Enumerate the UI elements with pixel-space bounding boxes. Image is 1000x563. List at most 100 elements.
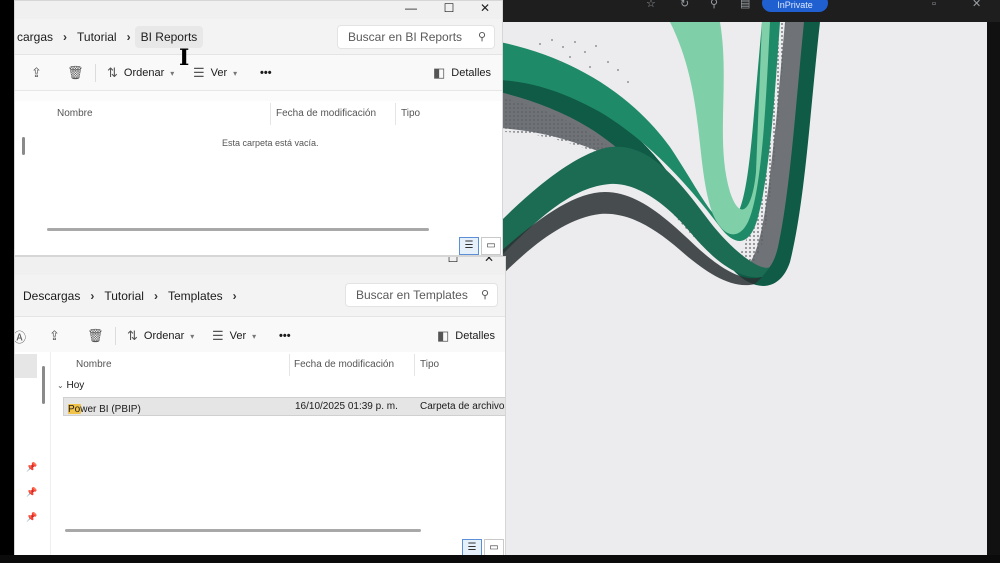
column-date-modified[interactable]: Fecha de modificación <box>294 352 394 378</box>
navigation-pane[interactable] <box>15 101 33 255</box>
horizontal-scrollbar[interactable] <box>47 228 429 231</box>
view-button[interactable]: ☰ Ver ▾ <box>212 317 256 355</box>
search-input[interactable]: Buscar en Templates ⚲ <box>345 283 498 307</box>
more-options-button[interactable]: ••• <box>260 55 272 91</box>
maximize-button[interactable]: ☐ <box>431 1 467 19</box>
screen-edge <box>987 22 1000 563</box>
rename-icon: Ⓐ <box>14 329 27 345</box>
search-input[interactable]: Buscar en BI Reports ⚲ <box>337 25 495 49</box>
details-pane-icon: ◧ <box>433 65 446 80</box>
details-view-button[interactable]: ☰ <box>462 539 482 555</box>
column-date-modified[interactable]: Fecha de modificación <box>276 101 376 127</box>
chevron-down-icon: ▾ <box>252 331 257 341</box>
pin-icon: 📌 <box>26 462 38 472</box>
column-divider[interactable] <box>289 354 290 376</box>
nav-scrollbar[interactable] <box>42 366 45 404</box>
sort-icon: ⇅ <box>127 328 138 343</box>
nav-selected-item[interactable] <box>15 354 37 378</box>
divider <box>115 327 116 345</box>
file-list-area[interactable]: 📌 📌 📌 Nombre Fecha de modificación Tipo … <box>15 352 505 555</box>
column-divider[interactable] <box>270 103 271 125</box>
window-restore-icon[interactable]: ▫ <box>932 0 936 10</box>
nav-scrollbar[interactable] <box>22 137 25 155</box>
extensions-icon[interactable]: ⚲ <box>710 0 718 10</box>
file-type: Carpeta de archivos <box>420 401 506 412</box>
breadcrumb-templates[interactable]: Templates <box>162 285 229 307</box>
view-toggle: ☰ ▭ <box>459 237 501 255</box>
taskbar-edge <box>0 555 1000 563</box>
chevron-down-icon: ▾ <box>170 68 175 78</box>
breadcrumb-tutorial[interactable]: Tutorial <box>71 26 123 48</box>
group-header-today[interactable]: ⌄ Hoy <box>57 380 84 391</box>
chevron-right-icon[interactable]: › <box>86 289 98 303</box>
column-name[interactable]: Nombre <box>76 352 112 378</box>
share-button[interactable]: ⇪ <box>49 317 60 355</box>
sort-button[interactable]: ⇅ Ordenar ▾ <box>127 317 194 355</box>
share-button[interactable]: ⇪ <box>31 55 42 91</box>
trash-icon: 🗑 <box>87 328 104 343</box>
chevron-right-icon[interactable]: › <box>123 30 135 44</box>
file-list-area[interactable]: Nombre Fecha de modificación Tipo Esta c… <box>15 101 502 255</box>
file-modified: 16/10/2025 01:39 p. m. <box>295 401 398 412</box>
horizontal-scrollbar[interactable] <box>65 529 421 532</box>
details-button[interactable]: ◧ Detalles <box>433 55 491 91</box>
close-button[interactable]: ✕ <box>467 1 502 19</box>
sort-button[interactable]: ⇅ Ordenar ▾ <box>107 55 174 91</box>
maximize-button[interactable]: ☐ <box>435 257 471 269</box>
chevron-right-icon[interactable]: › <box>59 30 71 44</box>
chevron-down-icon: ⌄ <box>57 381 64 390</box>
breadcrumb[interactable]: cargas › Tutorial › BI Reports <box>15 19 204 55</box>
close-button[interactable]: ✕ <box>471 257 505 269</box>
breadcrumb-descargas[interactable]: Descargas <box>17 285 86 307</box>
delete-button[interactable]: 🗑 <box>87 317 104 355</box>
star-icon[interactable]: ☆ <box>646 0 656 10</box>
navigation-pane[interactable]: 📌 📌 📌 <box>15 352 51 555</box>
divider <box>95 64 96 82</box>
search-icon: ⚲ <box>480 289 489 301</box>
view-button[interactable]: ☰ Ver ▾ <box>193 55 237 91</box>
more-options-button[interactable]: ••• <box>279 317 291 355</box>
trash-icon: 🗑 <box>67 65 84 80</box>
explorer-window-bi-reports[interactable]: — ☐ ✕ cargas › Tutorial › BI Reports Bus… <box>14 0 503 256</box>
command-bar: Ⓐ ⇪ 🗑 ⇅ Ordenar ▾ ☰ Ver ▾ ••• ◧ Detalles <box>15 317 505 355</box>
ribbon-artwork <box>500 22 820 286</box>
breadcrumb[interactable]: Descargas › Tutorial › Templates › <box>17 275 241 317</box>
command-bar: ⇪ 🗑 ⇅ Ordenar ▾ ☰ Ver ▾ ••• ◧ Detalles <box>15 55 502 91</box>
list-view-icon: ☰ <box>193 65 205 80</box>
chevron-right-icon[interactable]: › <box>229 289 241 303</box>
details-pane-icon: ◧ <box>437 328 450 343</box>
details-view-button[interactable]: ☰ <box>459 237 479 255</box>
delete-button[interactable]: 🗑 <box>67 55 84 91</box>
search-icon: ⚲ <box>477 31 486 43</box>
breadcrumb-bi-reports[interactable]: BI Reports <box>134 26 204 48</box>
breadcrumb-tutorial[interactable]: Tutorial <box>98 285 150 307</box>
refresh-icon[interactable]: ↻ <box>680 0 689 10</box>
collections-icon[interactable]: ▤ <box>740 0 750 10</box>
column-name[interactable]: Nombre <box>57 101 93 127</box>
window-close-icon[interactable]: ✕ <box>972 0 981 10</box>
desktop-screen: ☆ ↻ ⚲ ▤ InPrivate ▫ ✕ — ☐ ✕ cargas › Tut… <box>0 0 1000 563</box>
pin-icon: 📌 <box>26 512 38 522</box>
details-button[interactable]: ◧ Detalles <box>437 317 495 355</box>
column-type[interactable]: Tipo <box>401 101 420 127</box>
list-item[interactable]: Power BI (PBIP) 16/10/2025 01:39 p. m. C… <box>63 397 506 416</box>
rename-button[interactable]: Ⓐ <box>14 317 27 355</box>
tiles-view-button[interactable]: ▭ <box>484 539 504 555</box>
tiles-view-button[interactable]: ▭ <box>481 237 501 255</box>
minimize-button[interactable]: — <box>393 1 429 19</box>
chevron-down-icon: ▾ <box>190 331 195 341</box>
explorer-window-templates[interactable]: ☐ ✕ Descargas › Tutorial › Templates › B… <box>14 256 506 556</box>
sort-icon: ⇅ <box>107 65 118 80</box>
text-cursor-icon: I <box>179 45 190 71</box>
title-bar[interactable]: ☐ ✕ <box>15 257 505 275</box>
pin-icon: 📌 <box>26 487 38 497</box>
column-divider[interactable] <box>395 103 396 125</box>
address-row: Descargas › Tutorial › Templates › Busca… <box>15 275 505 317</box>
column-type[interactable]: Tipo <box>420 352 439 378</box>
inprivate-badge[interactable]: InPrivate <box>762 0 828 12</box>
address-row: cargas › Tutorial › BI Reports Buscar en… <box>15 19 502 55</box>
breadcrumb-descargas[interactable]: cargas <box>15 26 59 48</box>
chevron-right-icon[interactable]: › <box>150 289 162 303</box>
column-divider[interactable] <box>414 354 415 376</box>
share-icon: ⇪ <box>31 65 42 80</box>
